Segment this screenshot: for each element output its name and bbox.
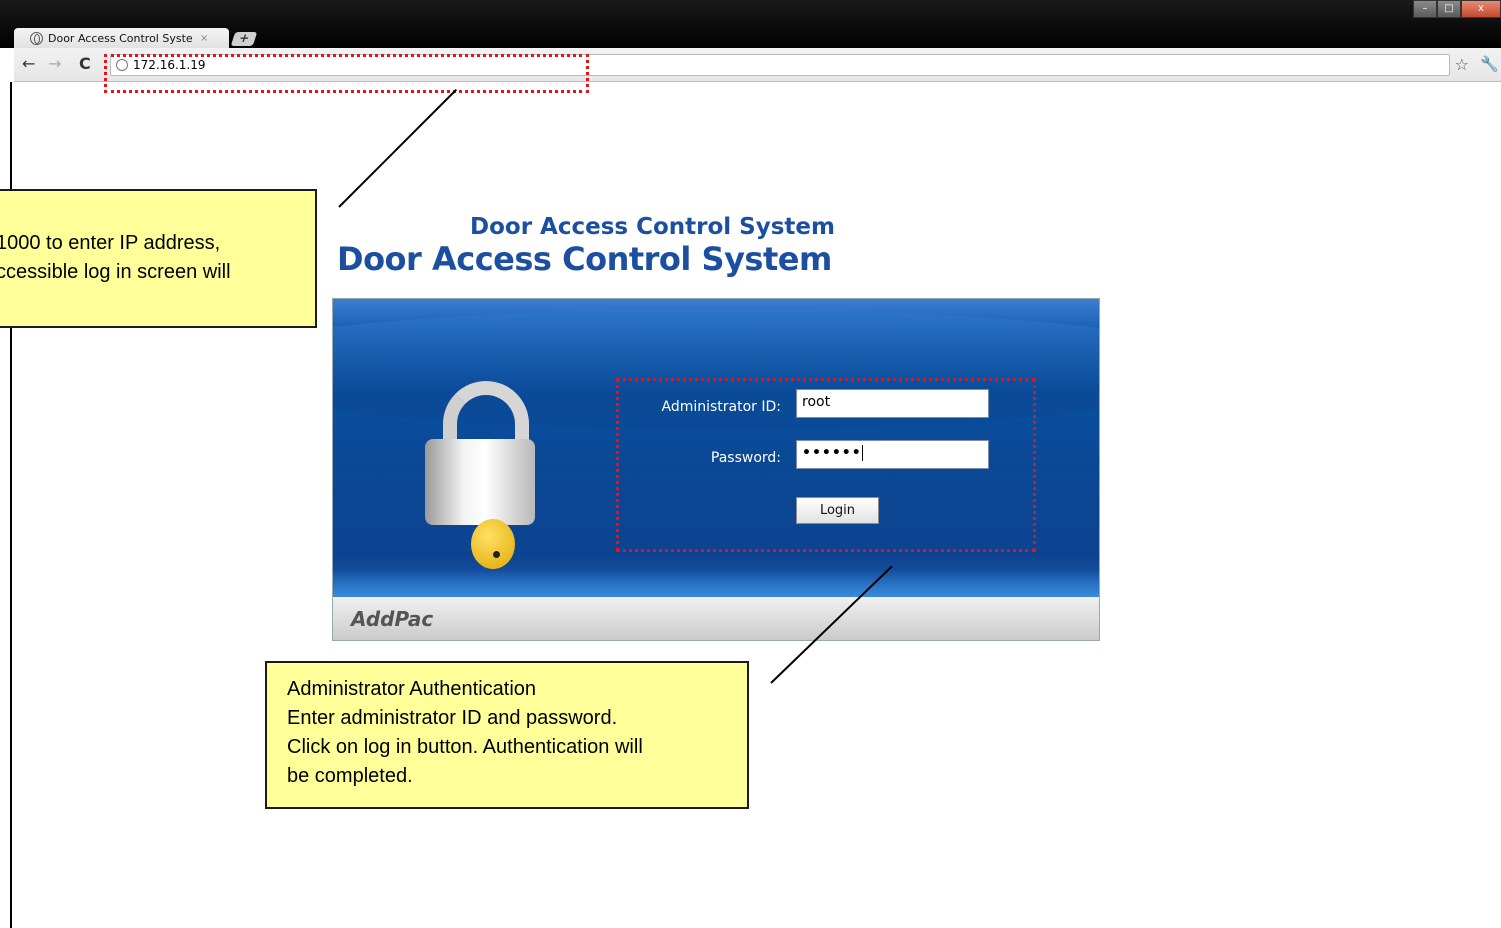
ip-callout: 1000 to enter IP address, ccessible log … — [0, 189, 317, 328]
auth-callout-line1: Enter administrator ID and password. — [287, 707, 618, 729]
url-highlight-box — [104, 54, 589, 93]
screenshot: Door Access Control Syste × + – □ x ← → … — [0, 0, 1501, 928]
brand-logo: AddPac — [351, 607, 434, 631]
maximize-button[interactable]: □ — [1437, 0, 1461, 18]
form-highlight-box — [616, 378, 1036, 552]
minimize-button[interactable]: – — [1413, 0, 1437, 18]
ip-callout-line1: 1000 to enter IP address, — [0, 232, 221, 254]
auth-callout-line3: be completed. — [287, 765, 413, 787]
forward-arrow-icon[interactable]: → — [48, 56, 61, 72]
new-tab-button[interactable]: + — [230, 31, 258, 46]
wrench-icon[interactable]: 🔧 — [1480, 55, 1499, 73]
browser-tab[interactable]: Door Access Control Syste × — [14, 28, 229, 48]
key-icon — [471, 519, 515, 569]
panel-glow — [333, 569, 1099, 599]
ip-callout-line2: ccessible log in screen will — [0, 261, 231, 283]
reload-icon[interactable]: C — [79, 56, 91, 72]
app-title-small: Door Access Control System — [470, 214, 835, 240]
tab-close-icon[interactable]: × — [200, 33, 208, 44]
app-title: Door Access Control System — [337, 240, 832, 278]
window-controls: – □ x — [1413, 0, 1501, 18]
auth-callout-title: Administrator Authentication — [287, 678, 537, 700]
browser-titlebar: Door Access Control Syste × + – □ x — [0, 0, 1501, 48]
auth-callout: Administrator Authentication Enter admin… — [265, 661, 749, 809]
star-icon[interactable]: ☆ — [1455, 55, 1469, 74]
left-edge — [0, 48, 10, 928]
key-hole — [493, 551, 500, 558]
globe-icon — [30, 31, 43, 45]
auth-callout-line2: Click on log in button. Authentication w… — [287, 736, 643, 758]
tab-title: Door Access Control Syste — [48, 31, 193, 45]
close-window-button[interactable]: x — [1461, 0, 1501, 18]
panel-footer — [333, 597, 1099, 640]
url-pointer-line — [338, 88, 458, 208]
padlock-body — [425, 439, 535, 525]
back-arrow-icon[interactable]: ← — [22, 56, 35, 72]
